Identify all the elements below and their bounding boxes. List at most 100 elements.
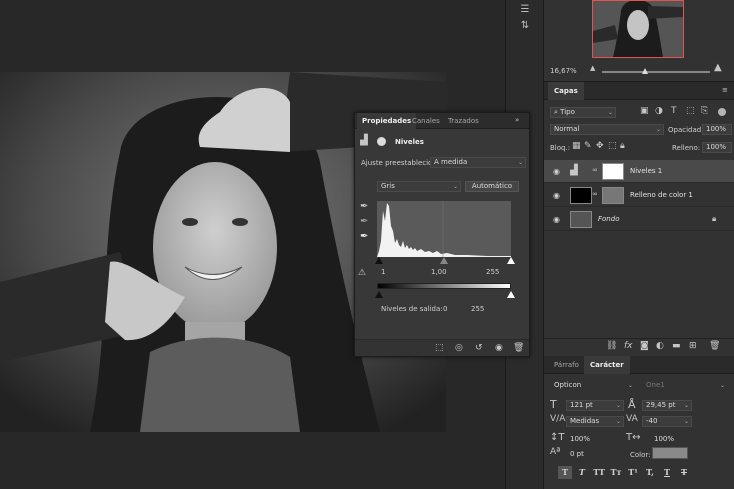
output-white-value[interactable]: 255 [471,305,484,313]
chain-link-icon[interactable]: ∞ [592,166,598,174]
faux-bold-button[interactable]: T [558,466,572,479]
tab-paths[interactable]: Trazados [443,113,484,129]
layer-name[interactable]: Relleno de color 1 [630,191,693,199]
layer-mask-thumbnail[interactable] [602,187,624,204]
baseline-shift-input[interactable]: 0 pt [566,449,624,460]
new-group-icon[interactable]: ▬ [672,341,681,351]
history-icon[interactable]: ☰ [518,4,532,16]
trash-icon[interactable]: 🗑︎ [709,341,720,351]
tracking-input[interactable]: -40 ⌄ [642,416,692,427]
filter-toggle-icon[interactable] [718,108,726,116]
trash-icon[interactable]: 🗑︎ [513,343,524,353]
filter-smart-icon[interactable]: ⎘ [701,106,708,116]
input-gamma-value[interactable]: 1,00 [431,268,447,276]
small-caps-button[interactable]: Tт [609,466,623,479]
preset-select[interactable]: A medida ⌄ [430,157,526,168]
channel-select[interactable]: Gris ⌄ [377,181,461,192]
lock-all-icon[interactable]: 🔒︎ [620,141,625,151]
layer-row-levels[interactable]: ◉ ▟ ∞ Niveles 1 [544,160,734,183]
navigator-thumbnail[interactable] [592,0,684,58]
input-white-slider[interactable] [507,257,515,264]
filter-type-icon[interactable]: T [671,106,677,116]
tab-paragraph[interactable]: Párrafo [548,356,585,374]
visibility-eye-icon[interactable]: ◉ [553,167,560,176]
chevron-down-icon: ⌄ [607,109,613,116]
gray-eyedropper-icon[interactable]: ✒ [360,216,368,227]
chevron-down-icon: ⌄ [452,183,458,190]
tab-channels[interactable]: Canales [407,113,445,129]
layer-mask-thumbnail[interactable] [602,163,624,180]
chevron-down-icon: ⌄ [627,382,633,389]
filter-pixel-icon[interactable]: ▣ [640,106,649,116]
panel-menu-icon[interactable]: ≡ [722,86,728,94]
layer-name[interactable]: Fondo [598,215,619,223]
clipping-warning-icon[interactable]: ⚠ [358,268,366,278]
filter-shape-icon[interactable]: ⬚ [686,106,695,116]
strikethrough-button[interactable]: T [677,466,691,479]
underline-button[interactable]: T [660,466,674,479]
auto-button[interactable]: Automático [465,181,519,192]
zoom-out-mountain-icon[interactable]: ▲ [590,64,595,72]
fx-icon[interactable]: fx [624,341,633,351]
new-adjustment-icon[interactable]: ◐ [656,341,664,351]
faux-italic-button[interactable]: T [575,466,589,479]
visibility-eye-icon[interactable]: ◉ [495,343,503,353]
black-eyedropper-icon[interactable]: ✒ [360,201,368,212]
reset-icon[interactable]: ↺ [475,343,483,353]
clip-to-layer-icon[interactable]: ⬚ [435,343,444,353]
output-white-slider[interactable] [507,291,515,298]
layer-row-color-fill[interactable]: ◉ ∞ Relleno de color 1 [544,184,734,207]
visibility-eye-icon[interactable]: ◉ [553,215,560,224]
lock-artboard-icon[interactable]: ⬚ [608,141,617,151]
output-levels-label: Niveles de salida: [381,305,443,313]
link-layers-icon[interactable]: ⛓︎ [606,341,617,351]
lock-paint-icon[interactable]: ✎ [584,141,592,151]
zoom-in-mountain-icon[interactable]: ▲ [714,62,722,73]
mask-icon[interactable] [377,137,386,146]
lock-transparent-icon[interactable]: ▦ [572,141,581,151]
filter-adjustment-icon[interactable]: ◑ [655,106,663,116]
input-black-value[interactable]: 1 [381,268,385,276]
input-black-slider[interactable] [375,257,383,264]
output-black-value[interactable]: 0 [443,305,447,313]
font-size-input[interactable]: 121 pt ⌄ [566,400,624,411]
blend-mode-select[interactable]: Normal ⌄ [550,124,664,135]
lock-move-icon[interactable]: ✥ [596,141,604,151]
font-family-select[interactable]: Opticon ⌄ [550,380,636,391]
white-eyedropper-icon[interactable]: ✒ [360,231,368,242]
output-black-slider[interactable] [375,291,383,298]
vertical-scale-input[interactable]: 100% [566,434,624,445]
layer-row-background[interactable]: ◉ Fondo 🔒︎ [544,208,734,231]
horizontal-scale-input[interactable]: 100% [650,434,700,445]
subscript-button[interactable]: T, [643,466,657,479]
levels-adjustment-icon: ▟ [570,165,578,176]
zoom-level[interactable]: 16,67% [550,67,577,75]
input-gamma-slider[interactable] [440,257,448,264]
layer-filter-select[interactable]: ⌕ Tipo ⌄ [550,107,616,118]
tab-layers[interactable]: Capas [548,82,584,100]
all-caps-button[interactable]: TT [592,466,606,479]
layer-name[interactable]: Niveles 1 [630,167,662,175]
adjustments-icon[interactable]: ⇅ [518,20,532,32]
kerning-select[interactable]: Medidas ⌄ [566,416,624,427]
collapse-icon[interactable]: » [515,116,519,124]
zoom-slider-thumb[interactable] [642,68,648,74]
zoom-slider[interactable] [602,71,710,73]
add-mask-icon[interactable]: ◙ [640,341,649,351]
new-layer-icon[interactable]: ⊞ [689,341,697,351]
tab-character[interactable]: Carácter [584,356,630,374]
text-style-buttons: T T TT Tт T¹ T, T T [558,466,728,480]
leading-input[interactable]: 29,45 pt ⌄ [642,400,692,411]
view-previous-icon[interactable]: ◎ [455,343,463,353]
chain-link-icon[interactable]: ∞ [592,190,598,198]
color-fill-thumbnail[interactable] [570,187,592,204]
text-color-swatch[interactable] [652,447,688,459]
input-white-value[interactable]: 255 [486,268,499,276]
fill-input[interactable]: 100% [702,142,732,153]
properties-bottom-toolbar: ⬚ ◎ ↺ ◉ 🗑︎ [355,339,529,356]
font-style-select[interactable]: One1 ⌄ [642,380,728,391]
background-thumbnail[interactable] [570,211,592,228]
superscript-button[interactable]: T¹ [626,466,640,479]
visibility-eye-icon[interactable]: ◉ [553,191,560,200]
opacity-input[interactable]: 100% [702,124,732,135]
